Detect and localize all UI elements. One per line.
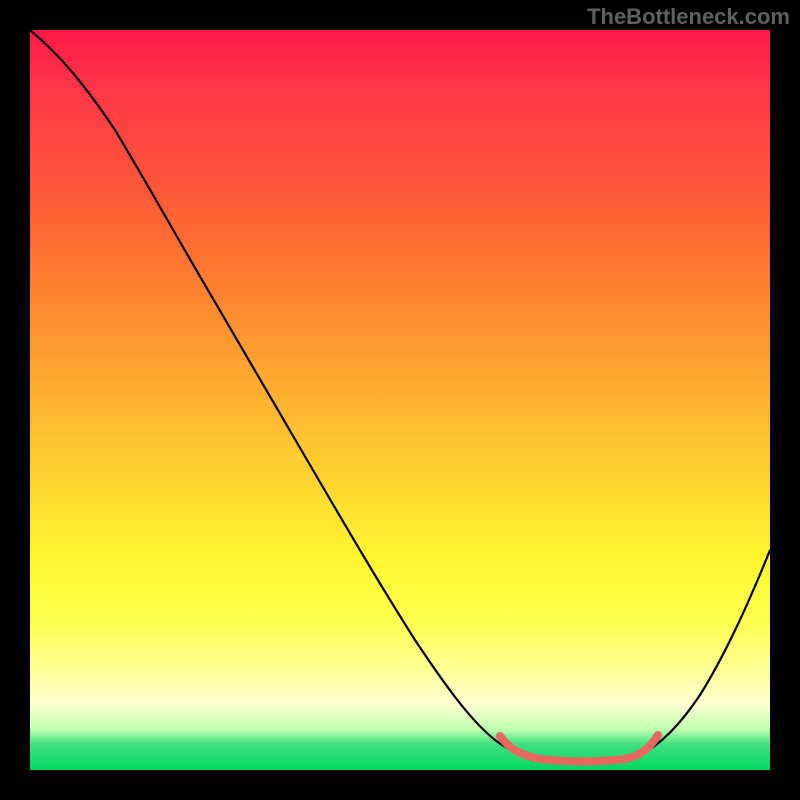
optimal-band-marker bbox=[500, 735, 658, 761]
watermark-text: TheBottleneck.com bbox=[587, 4, 790, 30]
bottleneck-curve-path bbox=[30, 30, 770, 763]
curve-svg bbox=[30, 30, 770, 770]
chart-plot-area bbox=[30, 30, 770, 770]
